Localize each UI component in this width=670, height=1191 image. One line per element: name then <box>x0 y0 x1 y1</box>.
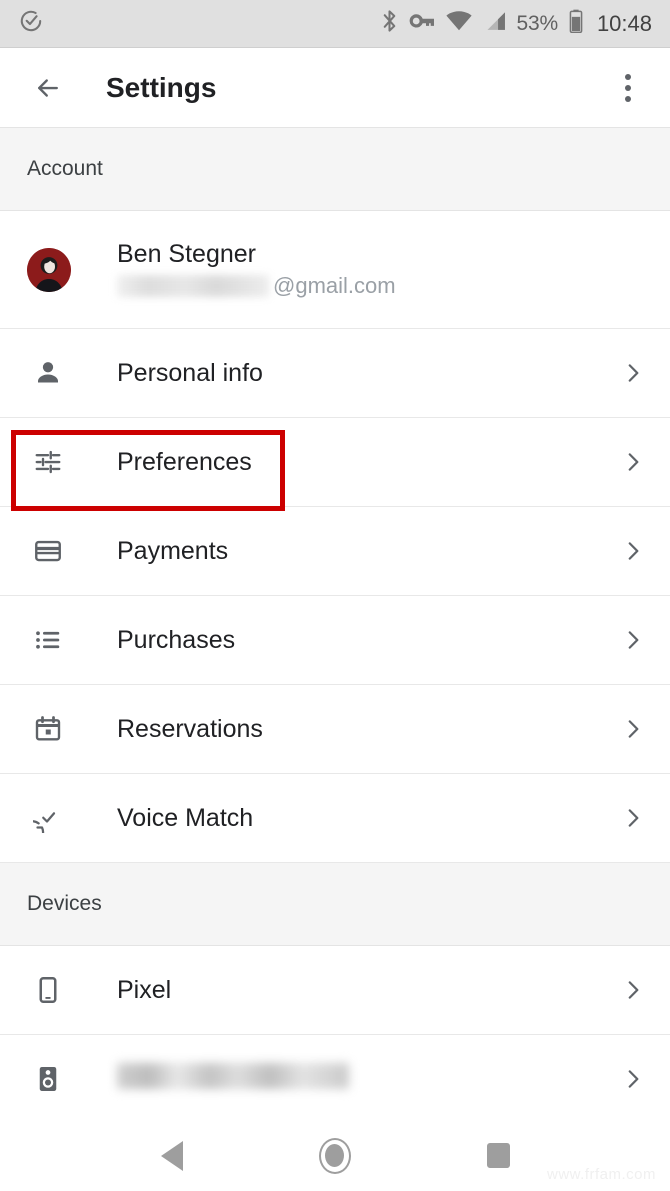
status-bar-left <box>18 8 44 39</box>
list-item-label: Preferences <box>117 447 252 476</box>
list-item-account[interactable]: Ben Stegner @gmail.com <box>0 211 670 329</box>
phone-icon <box>27 975 69 1005</box>
overflow-menu-button[interactable] <box>610 66 646 110</box>
chevron-right-icon <box>620 977 646 1003</box>
home-circle-icon <box>318 1137 351 1174</box>
section-header-label: Devices <box>27 892 102 915</box>
chevron-right-icon <box>620 716 646 742</box>
list-item-label: Pixel <box>117 975 172 1004</box>
calendar-icon <box>27 714 69 744</box>
cellular-signal-icon <box>483 11 506 36</box>
section-header-account: Account <box>0 128 670 211</box>
back-triangle-icon <box>160 1140 183 1171</box>
bluetooth-icon <box>381 9 398 38</box>
wifi-icon <box>445 11 472 36</box>
overflow-dot <box>625 95 631 102</box>
nav-back-button[interactable] <box>142 1126 202 1186</box>
tune-icon <box>27 447 69 477</box>
list-item-label: Payments <box>117 536 229 565</box>
redacted-device-name <box>117 1062 349 1089</box>
section-header-label: Account <box>27 157 103 180</box>
assistant-check-icon <box>18 8 44 39</box>
list-item-personal-info[interactable]: Personal info <box>0 329 670 418</box>
back-button[interactable] <box>28 68 68 108</box>
nav-recents-button[interactable] <box>468 1126 528 1186</box>
watermark-label: www.frfam.com <box>546 1166 656 1183</box>
account-email: @gmail.com <box>117 272 396 301</box>
list-item-speaker-device[interactable] <box>0 1035 670 1124</box>
battery-icon <box>569 9 583 38</box>
avatar <box>27 247 71 292</box>
recents-square-icon <box>486 1143 510 1168</box>
chevron-right-icon <box>620 538 646 564</box>
list-icon <box>27 625 69 655</box>
section-header-devices: Devices <box>0 863 670 946</box>
chevron-right-icon <box>620 805 646 831</box>
chevron-right-icon <box>620 449 646 475</box>
list-item-voice-match[interactable]: Voice Match <box>0 774 670 863</box>
account-name: Ben Stegner <box>117 239 256 268</box>
status-bar-right: 53% 10:48 <box>381 9 652 38</box>
speaker-icon <box>27 1064 69 1094</box>
person-icon <box>27 358 69 388</box>
list-item-preferences[interactable]: Preferences <box>0 418 670 507</box>
list-item-label: Personal info <box>117 358 263 387</box>
list-item-label <box>117 1062 349 1096</box>
account-text-block: Ben Stegner @gmail.com <box>117 239 396 301</box>
list-item-label: Reservations <box>117 714 263 743</box>
chevron-right-icon <box>620 360 646 386</box>
list-item-label: Purchases <box>117 625 236 654</box>
redacted-email-prefix <box>117 275 269 298</box>
credit-card-icon <box>27 536 69 566</box>
battery-percent-label: 53% <box>516 11 559 35</box>
status-bar: 53% 10:48 <box>0 0 670 47</box>
voice-match-icon <box>27 803 69 833</box>
settings-list: Account Ben Stegner @gmail.com Personal … <box>0 128 670 1124</box>
phone-screen: 53% 10:48 Settings Account Ben Stegner @… <box>0 0 670 1191</box>
nav-home-button[interactable] <box>305 1126 365 1186</box>
email-domain-label: @gmail.com <box>273 272 396 298</box>
app-bar: Settings <box>0 48 670 128</box>
list-item-pixel[interactable]: Pixel <box>0 946 670 1035</box>
vpn-key-icon <box>409 10 435 37</box>
chevron-right-icon <box>620 627 646 653</box>
overflow-dot <box>625 84 631 91</box>
home-circle-fill <box>325 1144 345 1167</box>
list-item-purchases[interactable]: Purchases <box>0 596 670 685</box>
overflow-dot <box>625 73 631 80</box>
page-title: Settings <box>106 71 217 103</box>
list-item-label: Voice Match <box>117 803 254 832</box>
clock-label: 10:48 <box>596 10 652 36</box>
list-item-reservations[interactable]: Reservations <box>0 685 670 774</box>
chevron-right-icon <box>620 1066 646 1092</box>
list-item-payments[interactable]: Payments <box>0 507 670 596</box>
